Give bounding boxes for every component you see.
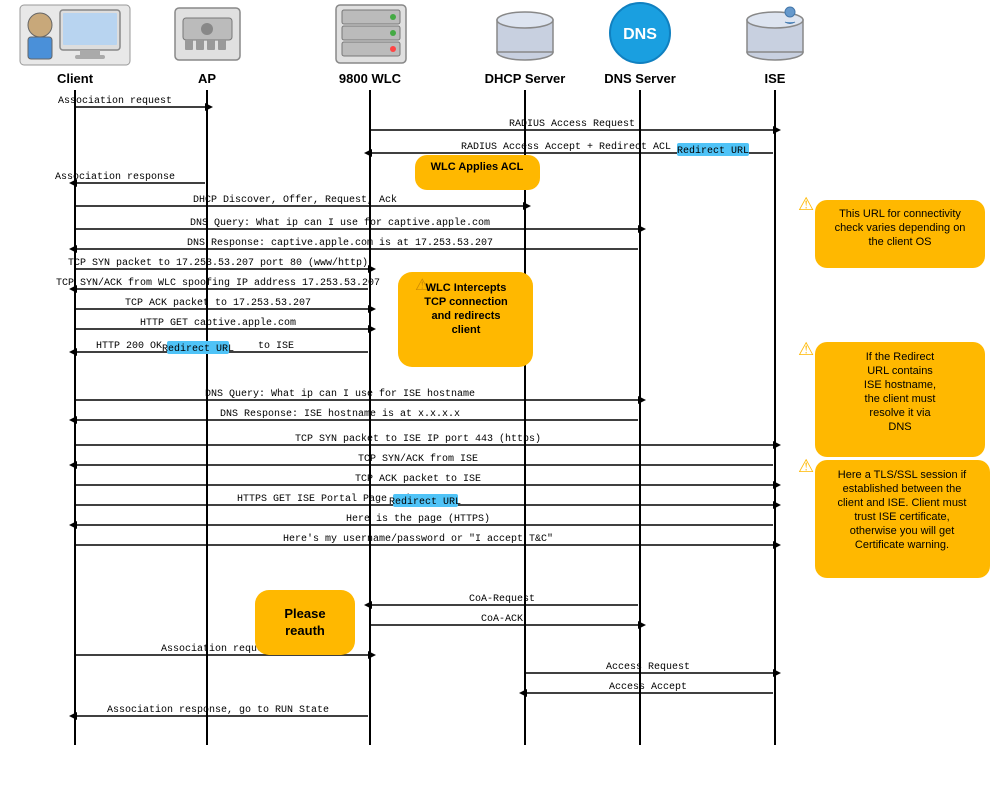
msg-m17: TCP SYN/ACK from ISE [358,453,478,465]
info3-text3: client and ISE. Client must [837,497,966,509]
msg-m5: Association response [55,171,175,183]
msg-m13-post: to ISE [258,341,294,352]
info3-text6: Certificate warning. [855,539,949,551]
msg-m2: RADIUS Access Request [509,119,635,130]
msg-m11: TCP ACK packet to 17.253.53.207 [125,297,311,309]
info2-text6: DNS [888,421,911,433]
ap-icon [175,8,240,60]
msg-m3: RADIUS Access Accept + Redirect ACL + [461,141,683,153]
info-box-2 [815,342,985,457]
wlc-intercepts-box [398,272,533,367]
info2-text2: URL contains [867,365,933,377]
wlc-intercepts-text1: WLC Intercepts [426,282,507,294]
redirect-url-m13: Redirect URL [162,343,234,355]
redirect-url-label-m3: Redirect URL [677,145,749,157]
msg-m6: DHCP Discover, Offer, Request, Ack [193,194,397,206]
dhcp-label: DHCP Server [485,71,566,86]
client-icon [20,5,130,65]
warn-icon-3: ⚠ [798,456,814,476]
info2-text3: ISE hostname, [864,379,936,391]
info2-text5: resolve it via [869,407,931,419]
svg-text:DNS: DNS [623,26,657,43]
msg-m21: Here's my username/password or "I accept… [283,533,553,545]
wlc-applies-acl-box [415,155,540,190]
wlc-icon [336,5,406,63]
info3-text2: established between the [843,483,962,495]
please-reauth-text1: Please [284,606,325,621]
dhcp-icon [497,12,553,60]
msg-m22: CoA-Request [469,594,535,605]
msg-m16: TCP SYN packet to ISE IP port 443 (https… [295,433,541,445]
info1-text2: check varies depending on [835,222,966,234]
info1-text3: the client OS [869,236,932,248]
msg-m24: Association request [161,643,275,655]
msg-m14: DNS Query: What ip can I use for ISE hos… [205,388,475,400]
msg-m8: DNS Response: captive.apple.com is at 17… [187,237,493,249]
dns-icon: DNS [610,3,670,63]
info3-text1: Here a TLS/SSL session if [838,469,967,481]
msg-m13-pre: HTTP 200 OK + [96,341,174,352]
warn-icon-2: ⚠ [798,339,814,359]
msg-m7: DNS Query: What ip can I use for captive… [190,217,490,229]
wlc-intercepts-text4: client [452,324,481,336]
msg-m20: Here is the page (HTTPS) [346,513,490,525]
msg-m1: Association request [58,95,172,107]
msg-m27: Association response, go to RUN State [107,704,329,716]
msg-m9: TCP SYN packet to 17.253.53.207 port 80 … [68,257,368,269]
msg-m18: TCP ACK packet to ISE [355,473,481,485]
redirect-url-m19: Redirect URL [389,496,461,508]
msg-m26: Access Accept [609,682,687,693]
wlc-label: 9800 WLC [339,71,402,86]
warn-icon-wlc: ⚠ [415,277,429,294]
client-label: Client [57,71,94,86]
info3-text4: trust ISE certificate, [854,511,949,523]
info2-text1: If the Redirect [866,351,934,363]
msg-m12: HTTP GET captive.apple.com [140,317,296,329]
ise-label: ISE [765,71,786,86]
info-box-1 [815,200,985,268]
ise-icon [747,7,803,60]
dns-label: DNS Server [604,71,676,86]
info3-text5: otherwise you will get [850,525,955,537]
info-box-3 [815,460,990,578]
msg-m15: DNS Response: ISE hostname is at x.x.x.x [220,408,460,420]
wlc-intercepts-text3: and redirects [431,310,500,322]
sequence-diagram-svg: Client AP 9800 WLC [0,0,998,786]
please-reauth-box [255,590,355,655]
msg-m23: CoA-ACK [481,614,523,625]
diagram: Client AP 9800 WLC [0,0,998,786]
warn-icon-1: ⚠ [798,194,814,214]
wlc-intercepts-text2: TCP connection [424,296,508,308]
ap-label: AP [198,71,216,86]
info1-text1: This URL for connectivity [839,208,961,220]
please-reauth-text2: reauth [285,623,325,638]
info2-text4: the client must [865,393,936,405]
wlc-applies-acl-text: WLC Applies ACL [431,161,524,173]
msg-m25: Access Request [606,662,690,673]
msg-m10: TCP SYN/ACK from WLC spoofing IP address… [56,277,380,289]
msg-m19-pre: HTTPS GET ISE Portal Page using [237,493,423,505]
